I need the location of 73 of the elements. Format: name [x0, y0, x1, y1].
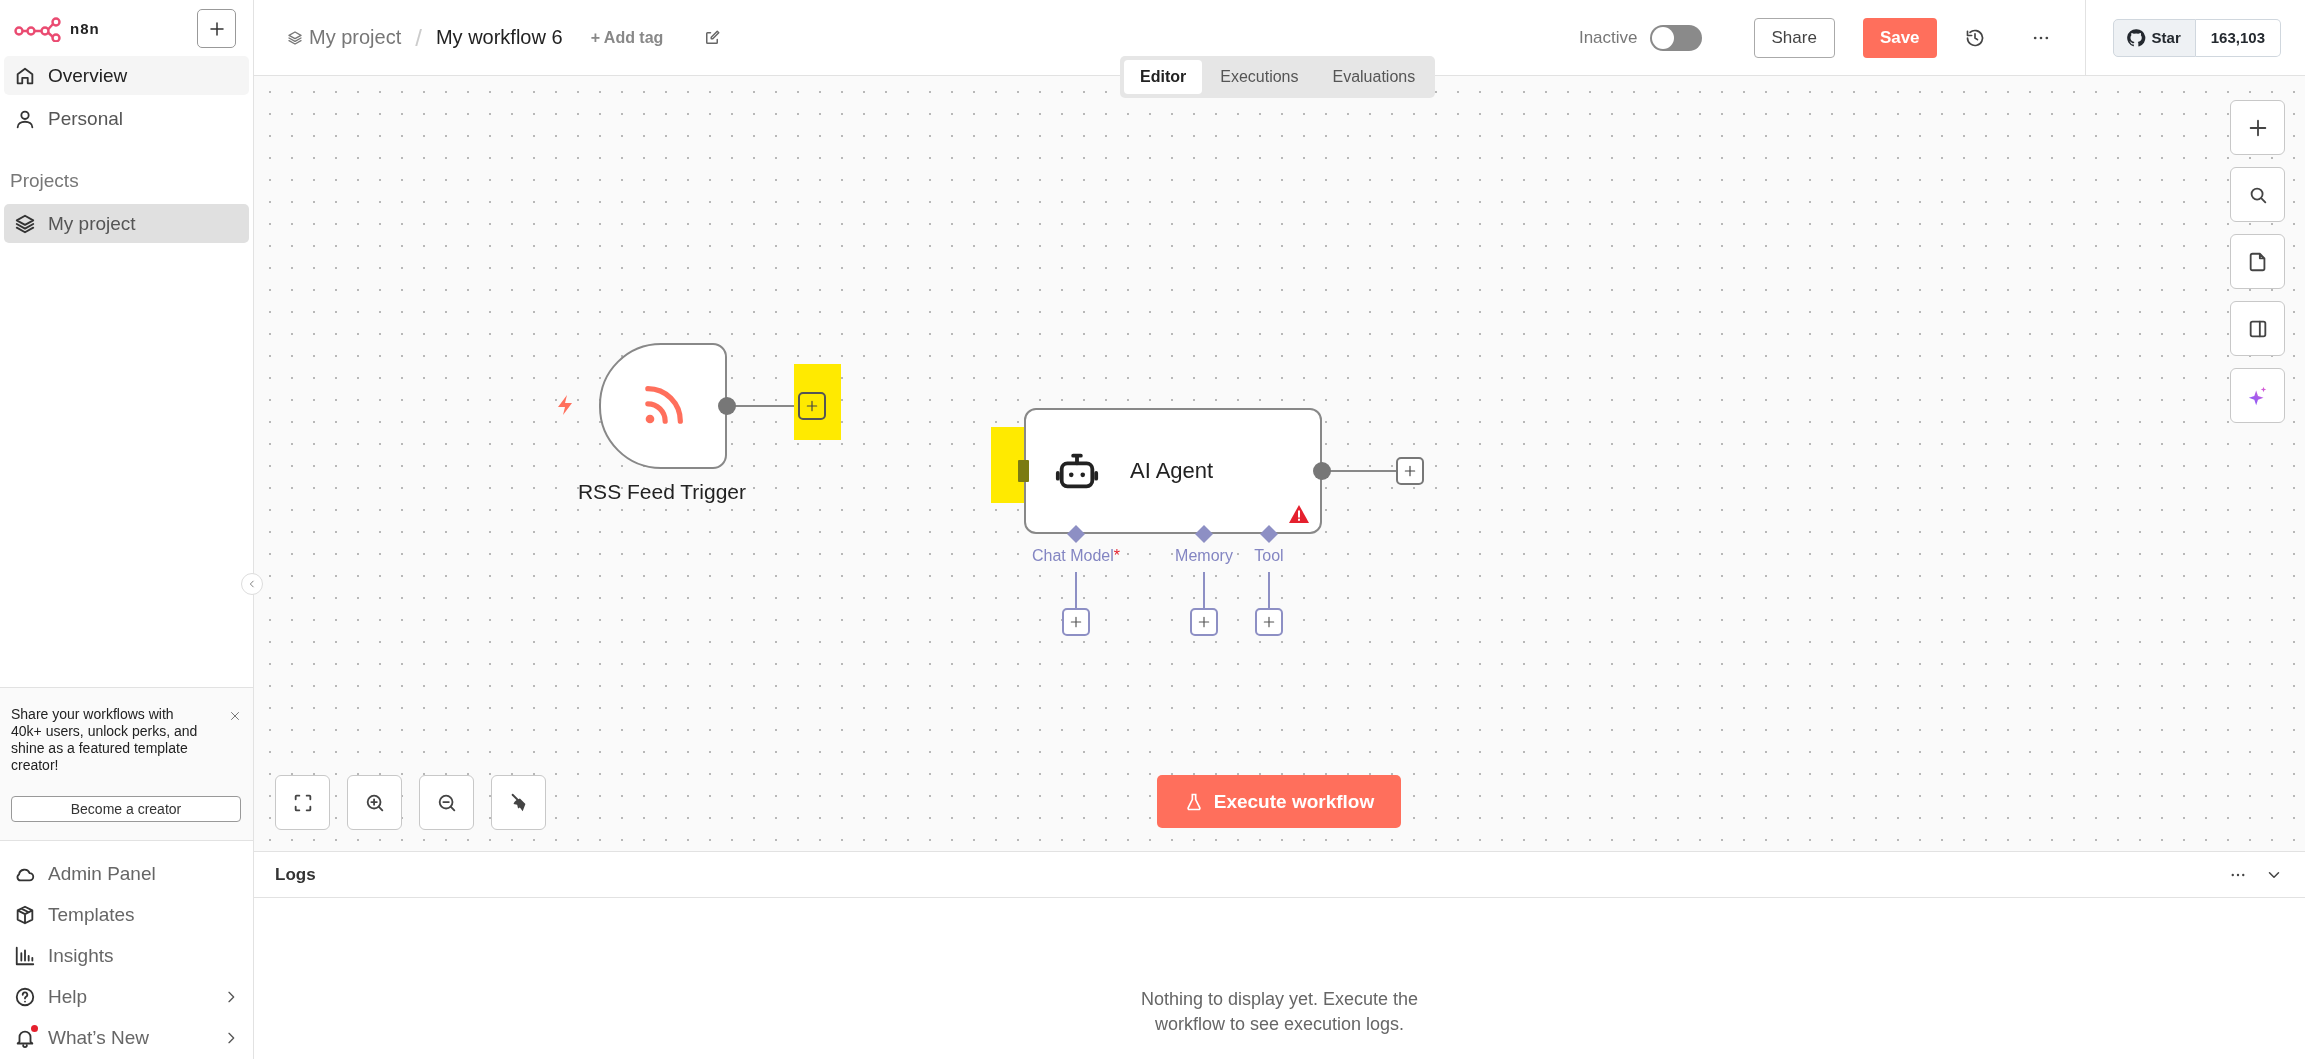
fit-view-button[interactable]: [275, 775, 330, 830]
plus-icon: [207, 19, 226, 38]
panel-title: Logs: [275, 864, 316, 885]
section-title: Projects: [9, 169, 80, 193]
edit-icon[interactable]: [703, 28, 722, 47]
close-icon[interactable]: [229, 710, 241, 722]
output-handle[interactable]: [718, 397, 736, 415]
empty-message: Nothing to display yet. Execute the workflow to see execution logs.: [1139, 988, 1420, 1036]
sidebar-item[interactable]: Help: [4, 977, 249, 1017]
zoom-out-button[interactable]: [419, 775, 474, 830]
input-port-handle[interactable]: [1066, 524, 1086, 544]
share-button[interactable]: Share: [1753, 17, 1835, 58]
layers-icon: [14, 212, 36, 235]
plus-icon: [1262, 615, 1276, 629]
connector-line: [1203, 571, 1205, 609]
sidebar-item[interactable]: Personal: [4, 99, 249, 138]
history-icon[interactable]: [1964, 27, 1985, 48]
layers-icon: [287, 29, 303, 46]
tidy-up-button[interactable]: [491, 775, 546, 830]
breadcrumb-link[interactable]: My project: [287, 26, 402, 49]
workflow-name[interactable]: My workflow 6: [435, 26, 563, 49]
logo-text: n8n: [70, 20, 100, 37]
add-port-button[interactable]: [1255, 608, 1283, 636]
promo-text: Share your workflows with 40k+ users, unlock perks, and shine as a featured template creator!: [11, 706, 199, 774]
bar-chart-icon: [14, 945, 36, 967]
input-port-handle[interactable]: [1259, 524, 1279, 544]
plus-icon: [1197, 615, 1211, 629]
connector-line: [1075, 571, 1077, 609]
add-tag-link[interactable]: + Add tag: [590, 28, 664, 47]
connector-line: [1328, 470, 1397, 472]
add-port-button[interactable]: [1190, 608, 1218, 636]
agent-node[interactable]: AI Agent: [1024, 408, 1322, 534]
search-button[interactable]: [2230, 167, 2285, 222]
node-label: AI Agent: [1130, 458, 1214, 484]
chevron-left-icon: [247, 579, 257, 589]
plus-icon: [805, 399, 819, 413]
panel-button[interactable]: [2230, 301, 2285, 356]
add-node-button[interactable]: [798, 392, 826, 420]
lightning-icon: [555, 394, 575, 416]
collapse-handle[interactable]: [241, 573, 263, 595]
package-icon: [14, 904, 36, 926]
sidebar-item[interactable]: Templates: [4, 895, 249, 935]
sidebar-item[interactable]: Admin Panel: [4, 854, 249, 894]
sidebar-item[interactable]: Insights: [4, 936, 249, 976]
sidebar-item[interactable]: What’s New: [4, 1018, 249, 1058]
connector-line: [1268, 571, 1270, 609]
active-toggle[interactable]: [1649, 24, 1702, 51]
output-handle[interactable]: [1313, 462, 1331, 480]
status-label: Inactive: [1578, 27, 1638, 48]
star-count[interactable]: 163,103: [2195, 18, 2281, 57]
star-button[interactable]: Star: [2112, 18, 2196, 57]
help-icon: [14, 986, 36, 1008]
zoom-in-button[interactable]: [347, 775, 402, 830]
breadcrumb-separator: /: [415, 23, 422, 52]
node-label: RSS Feed Trigger: [576, 480, 748, 504]
input-port-handle[interactable]: [1194, 524, 1214, 544]
input-handle[interactable]: [1018, 460, 1029, 482]
logo-icon: [14, 15, 62, 42]
sticky-note-button[interactable]: [2230, 234, 2285, 289]
view-tab[interactable]: Editor: [1124, 60, 1203, 94]
add-port-button[interactable]: [1062, 608, 1090, 636]
sidebar-item[interactable]: My project: [4, 204, 249, 243]
add-node-button[interactable]: [1396, 457, 1424, 485]
port-label: Memory: [1175, 547, 1233, 565]
creator-button[interactable]: Become a creator: [11, 796, 241, 822]
github-icon: [2125, 27, 2146, 48]
trigger-node[interactable]: [599, 343, 727, 469]
plus-icon: [1069, 615, 1083, 629]
plus-icon: [1403, 464, 1417, 478]
view-tab[interactable]: Executions: [1204, 60, 1315, 94]
view-tab[interactable]: Evaluations: [1316, 60, 1432, 94]
sidebar-item[interactable]: Overview: [4, 56, 249, 95]
add-button[interactable]: [197, 9, 236, 48]
